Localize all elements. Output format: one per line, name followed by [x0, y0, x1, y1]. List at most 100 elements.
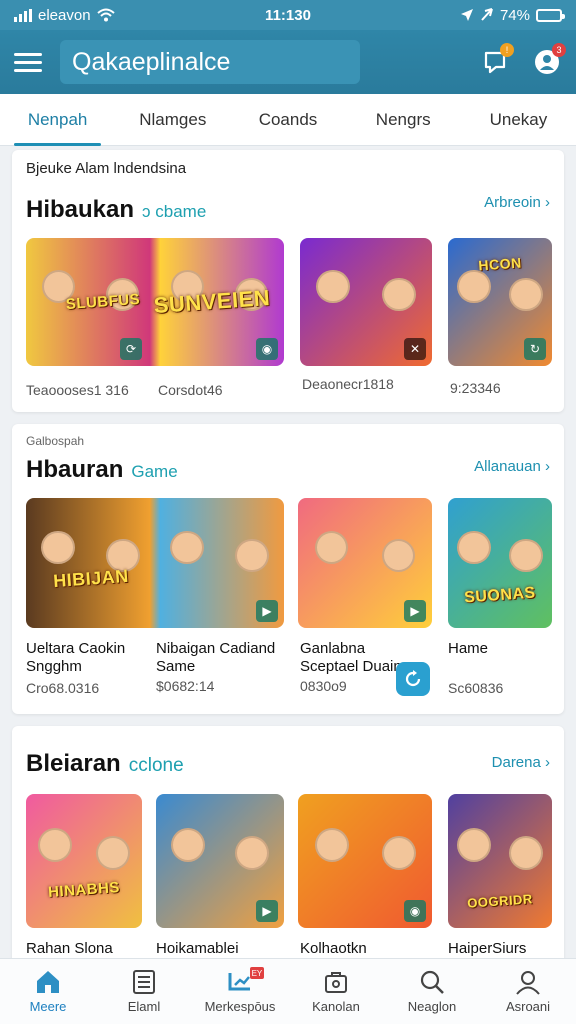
- search-icon: [420, 970, 444, 994]
- wifi-icon: [96, 8, 115, 22]
- game-name[interactable]: Nibaigan Cadiand Same: [156, 640, 288, 676]
- character-art: [314, 530, 349, 565]
- section-card-2: Galbospah Hbauran Game Allanauan › HIBIJ…: [12, 424, 564, 714]
- status-time: 11:130: [265, 6, 311, 24]
- nav-label: Asroani: [505, 999, 551, 1014]
- tile-art-label: SLUBFUS: [65, 290, 142, 314]
- home-icon: [37, 971, 59, 993]
- game-name[interactable]: Hame: [448, 640, 552, 658]
- status-right: 74%: [460, 6, 565, 24]
- section-card-3: Bleiaran cclone Darena › HINABHS ▶ ◉ OOG…: [12, 726, 564, 966]
- battery-icon: [536, 8, 565, 22]
- tab-nenpah[interactable]: Nenpah: [0, 94, 115, 146]
- list-icon: [133, 970, 155, 994]
- status-bar: eleavon 11:130 74%: [0, 0, 576, 30]
- game-name[interactable]: Kolhaotkn: [300, 940, 367, 958]
- see-all-link[interactable]: Arbreoin ›: [484, 194, 550, 211]
- section-subtitle: Galbospah: [26, 434, 85, 448]
- character-art: [509, 278, 543, 312]
- section-title: Hbauran Game: [26, 456, 178, 484]
- see-all-link[interactable]: Allanauan ›: [474, 458, 550, 475]
- section-title-text: Hbauran: [26, 456, 124, 483]
- nav-item-bag[interactable]: Kanolan: [288, 959, 384, 1024]
- notification-badge: !: [500, 43, 514, 57]
- game-tile[interactable]: ✕: [300, 238, 432, 366]
- tab-unekay[interactable]: Unekay: [461, 94, 576, 145]
- game-meta: Sc60836: [448, 680, 504, 696]
- section-title-accent: cclone: [128, 755, 184, 776]
- game-name[interactable]: HaiperSiurs: [448, 940, 526, 958]
- app-bar: Qakaeplinalce ! 3: [0, 30, 576, 94]
- character-art: [382, 278, 416, 312]
- app-title: Qakaeplinalce: [60, 40, 360, 84]
- nav-badge: EY: [249, 967, 265, 979]
- see-all-link[interactable]: Darena ›: [492, 754, 550, 771]
- game-badge-icon: ↻: [524, 338, 546, 360]
- character-art: [41, 530, 76, 565]
- nav-item-home[interactable]: Meere: [0, 959, 96, 1024]
- tile-art-label: HIBIJAN: [52, 565, 129, 591]
- game-tile[interactable]: OOGRIDR: [448, 794, 552, 928]
- nav-item-list[interactable]: Elaml: [96, 959, 192, 1024]
- section-subtitle: Bjeuke Alam lndendsina: [26, 160, 187, 177]
- character-art: [381, 538, 416, 573]
- game-name[interactable]: Ueltara Caokin Sngghm: [26, 640, 150, 676]
- character-art: [314, 827, 349, 862]
- character-art: [170, 530, 205, 565]
- tab-nlamges[interactable]: Nlamges: [115, 94, 230, 145]
- character-art: [457, 827, 491, 862]
- game-meta: 9:23346: [450, 380, 501, 396]
- section-title-text: Bleiaran: [26, 750, 121, 777]
- bottom-navigation: Meere Elaml EY Merkespōus Kanolan Neaglo…: [0, 958, 576, 1024]
- game-tile[interactable]: SUONAS: [448, 498, 552, 628]
- tile-art-label: OOGRIDR: [466, 891, 534, 911]
- battery-percent: 74%: [499, 6, 530, 24]
- nav-label: Elaml: [127, 999, 161, 1014]
- game-meta: Deaonecr1818: [302, 376, 394, 392]
- game-tile[interactable]: HCON ↻: [448, 238, 552, 366]
- game-badge-icon: ◉: [404, 900, 426, 922]
- game-tile[interactable]: ▶: [156, 794, 284, 928]
- tab-coands[interactable]: Coands: [230, 94, 345, 145]
- nav-label: Meere: [29, 999, 67, 1014]
- section-title-text: Hibaukan: [26, 196, 135, 223]
- notifications-button[interactable]: !: [480, 43, 514, 77]
- game-badge-icon: ⟳: [120, 338, 142, 360]
- game-tile[interactable]: HIBIJAN ▶: [26, 498, 284, 628]
- game-tile[interactable]: SLUBFUS SUNVEIEN ⟳ ◉: [26, 238, 284, 366]
- section-title: Hibaukan ɔ cbame: [26, 196, 206, 224]
- tile-art-label: SUONAS: [463, 584, 537, 606]
- nav-item-market[interactable]: EY Merkespōus: [192, 959, 288, 1024]
- game-meta: Corsdot46: [158, 382, 223, 398]
- bag-icon: [325, 972, 347, 993]
- tab-nengrs[interactable]: Nengrs: [346, 94, 461, 145]
- character-art: [171, 827, 205, 862]
- character-art: [38, 827, 72, 862]
- game-name[interactable]: Rahan Slona: [26, 940, 113, 958]
- game-name[interactable]: Hoikamablei: [156, 940, 239, 958]
- quick-action-button[interactable]: [396, 662, 430, 696]
- game-meta: Cro68.0316: [26, 680, 100, 696]
- game-tile[interactable]: HINABHS: [26, 794, 142, 928]
- section-title-accent: Game: [131, 462, 178, 481]
- game-meta: Teaoooses1 316: [26, 382, 129, 398]
- nav-label: Kanolan: [312, 999, 360, 1014]
- character-art: [381, 835, 416, 870]
- hamburger-menu-button[interactable]: [14, 46, 46, 78]
- nav-item-account[interactable]: Asroani: [480, 959, 576, 1024]
- game-tile[interactable]: ▶: [298, 498, 432, 628]
- game-tile[interactable]: ◉: [298, 794, 432, 928]
- profile-button[interactable]: 3: [532, 43, 566, 77]
- character-art: [509, 835, 543, 870]
- nav-item-search[interactable]: Neaglon: [384, 959, 480, 1024]
- tile-art-label: HINABHS: [47, 879, 121, 902]
- location-icon: [460, 9, 473, 21]
- character-art: [457, 530, 491, 565]
- character-art: [457, 270, 491, 304]
- app-bar-actions: ! 3: [480, 43, 566, 77]
- profile-badge: 3: [552, 43, 566, 57]
- section-card-1: Bjeuke Alam lndendsina Hibaukan ɔ cbame …: [12, 150, 564, 412]
- game-badge-icon: ▶: [256, 600, 278, 622]
- signal-icon: [14, 8, 32, 22]
- game-badge-icon: ▶: [256, 900, 278, 922]
